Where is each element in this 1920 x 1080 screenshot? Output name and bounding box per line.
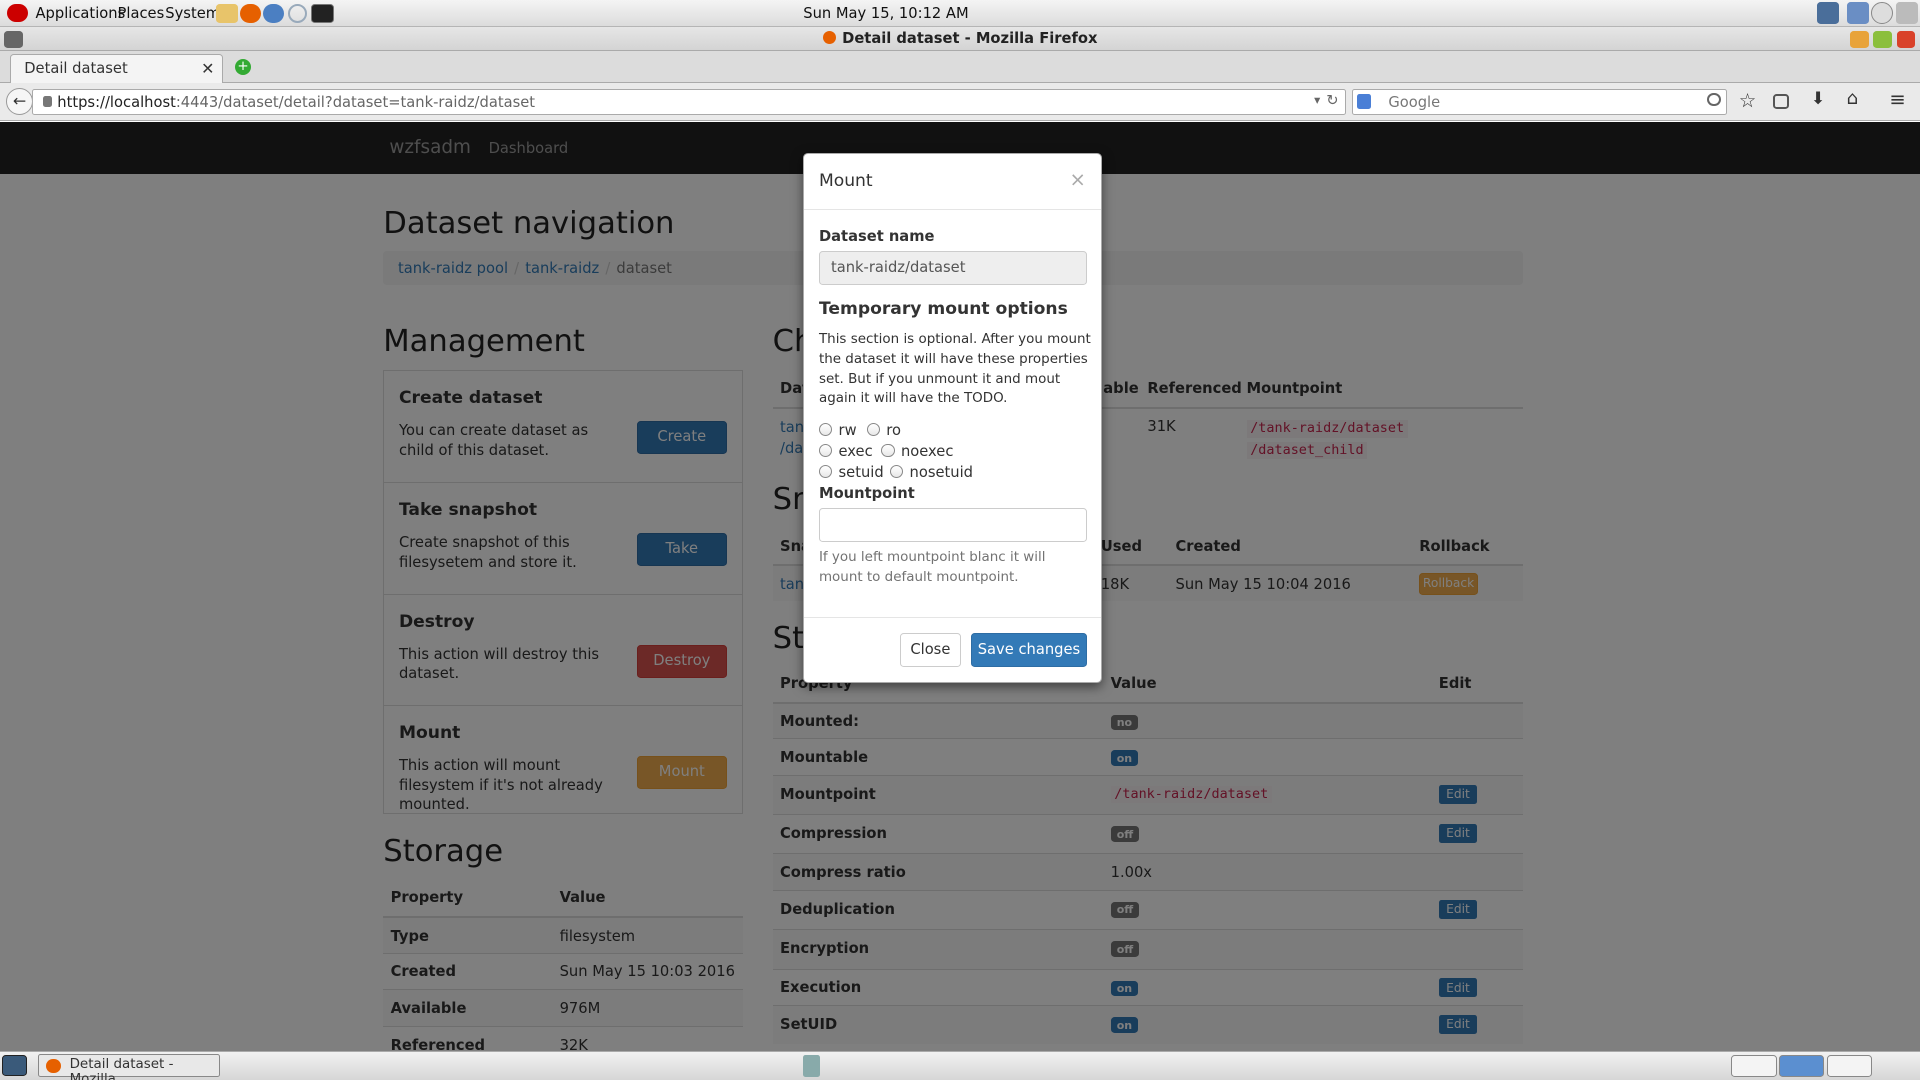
new-tab-icon[interactable]: +	[235, 58, 251, 75]
search-placeholder: Google	[1388, 94, 1441, 112]
workspace-1-icon[interactable]	[1731, 1055, 1777, 1078]
lock-icon	[42, 96, 53, 108]
save-changes-button[interactable]: Save changes	[970, 632, 1088, 668]
downloads-icon[interactable]: ⬇	[1811, 89, 1825, 109]
mount-modal: Mount × Dataset name Temporary mount opt…	[803, 153, 1103, 684]
radio-nosetuid-circle[interactable]	[889, 464, 904, 479]
firefox-icon[interactable]	[240, 3, 261, 24]
mountpoint-input[interactable]	[818, 507, 1088, 543]
home-button-icon[interactable]: ⌂	[1847, 88, 1859, 109]
window-titlebar: Detail dataset - Mozilla Firefox	[0, 26, 1920, 52]
menu-icon[interactable]: ≡	[1889, 88, 1905, 111]
mount-options-description: This section is optional. After you moun…	[818, 332, 1091, 407]
taskbar-firefox-icon	[46, 1058, 61, 1074]
modal-header: Mount ×	[804, 154, 1101, 211]
bookmark-star-icon[interactable]: ☆	[1739, 89, 1757, 112]
modal-footer-divider	[804, 616, 1101, 618]
clock[interactable]: Sun May 15, 10:12 AM	[803, 5, 968, 22]
system-menu[interactable]: System	[165, 5, 220, 22]
applications-menu[interactable]: Applications	[36, 5, 126, 22]
radio-noexec-label: noexec	[900, 443, 954, 461]
taskbar-window-label: Detail dataset - Mozilla...	[69, 1057, 174, 1080]
radio-setuid-circle[interactable]	[818, 464, 833, 479]
radio-ro[interactable]: ro	[866, 422, 901, 440]
back-icon[interactable]: ←	[6, 88, 34, 116]
modal-close-icon[interactable]: ×	[1070, 168, 1086, 191]
mountpoint-help: If you left mountpoint blanc it will mou…	[818, 550, 1046, 585]
terminal-icon[interactable]	[311, 3, 335, 24]
mountpoint-label: Mountpoint	[818, 484, 915, 502]
redhat-logo-icon[interactable]	[7, 3, 29, 23]
minimize-icon[interactable]	[1850, 30, 1869, 48]
bottom-taskbar: Detail dataset - Mozilla...	[0, 1050, 1920, 1080]
url-path: :4443/dataset/detail?dataset=tank-raidz/…	[175, 94, 536, 112]
dataset-name-input[interactable]	[818, 250, 1088, 286]
radio-noexec-circle[interactable]	[881, 443, 895, 458]
tab-close-icon[interactable]: ✕	[201, 59, 214, 78]
url-dropdown-icon[interactable]: ▾	[1314, 93, 1320, 107]
radio-setuid[interactable]: setuid	[818, 463, 884, 481]
tray-user-icon[interactable]	[1895, 2, 1918, 25]
tray-clock-icon[interactable]	[1871, 2, 1894, 25]
radio-noexec[interactable]: noexec	[881, 443, 953, 460]
dataset-name-label: Dataset name	[818, 227, 935, 245]
tab-title: Detail dataset	[24, 59, 128, 77]
tray-display-icon[interactable]	[1846, 2, 1869, 25]
radio-exec[interactable]: exec	[818, 443, 873, 461]
tray-network-icon[interactable]	[1817, 2, 1840, 25]
radio-rw[interactable]: rw	[818, 422, 857, 440]
radio-rw-label: rw	[838, 422, 857, 440]
trash-icon[interactable]	[803, 1055, 821, 1078]
radio-nosetuid-label: nosetuid	[909, 463, 974, 481]
places-menu[interactable]: Places	[118, 5, 165, 22]
reload-icon[interactable]: ↻	[1326, 92, 1338, 109]
navigation-bar: ← https://localhost:4443/dataset/detail?…	[0, 83, 1920, 122]
reading-list-icon[interactable]	[1773, 94, 1789, 109]
window-title: Detail dataset - Mozilla Firefox	[842, 29, 1098, 47]
radio-setuid-label: setuid	[838, 463, 884, 481]
tab-detail-dataset[interactable]: Detail dataset ✕	[9, 53, 223, 84]
window-menu-icon[interactable]	[3, 30, 24, 48]
modal-close-button[interactable]: Close	[899, 632, 961, 668]
search-bar[interactable]: Google	[1351, 89, 1727, 116]
mount-options-heading: Temporary mount options	[818, 298, 1068, 319]
radio-ro-circle[interactable]	[866, 422, 881, 437]
show-desktop-icon[interactable]	[2, 1055, 27, 1077]
refresh-icon[interactable]	[287, 3, 308, 24]
radio-nosetuid[interactable]: nosetuid	[889, 463, 974, 481]
maximize-icon[interactable]	[1873, 30, 1892, 48]
home-icon[interactable]	[215, 3, 238, 24]
top-panel: Applications Places System Sun May 15, 1…	[0, 0, 1920, 27]
search-icon[interactable]	[1707, 92, 1721, 107]
firefox-title-icon	[822, 30, 837, 45]
network-icon[interactable]	[263, 3, 285, 24]
radio-exec-circle[interactable]	[818, 443, 833, 458]
close-window-icon[interactable]	[1896, 30, 1916, 48]
workspace-3-icon[interactable]	[1826, 1055, 1873, 1078]
radio-exec-label: exec	[838, 443, 873, 461]
taskbar-firefox-window[interactable]: Detail dataset - Mozilla...	[37, 1054, 221, 1080]
radio-ro-label: ro	[886, 422, 901, 440]
radio-rw-circle[interactable]	[818, 422, 833, 437]
url-host: https://localhost	[57, 94, 176, 112]
tab-bar: Detail dataset ✕ +	[0, 51, 1920, 84]
modal-title: Mount	[818, 171, 873, 192]
url-bar[interactable]: https://localhost:4443/dataset/detail?da…	[31, 89, 1346, 116]
workspace-2-icon[interactable]	[1779, 1055, 1825, 1078]
google-engine-icon[interactable]	[1356, 94, 1372, 109]
